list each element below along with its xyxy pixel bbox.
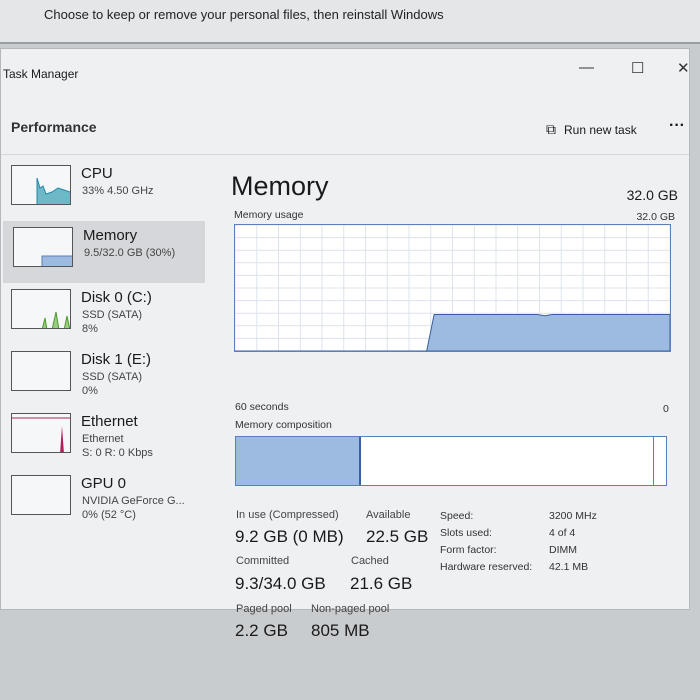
sidebar-item-name: Ethernet <box>81 413 138 430</box>
sidebar-item-ethernet[interactable]: Ethernet Ethernet S: 0 R: 0 Kbps <box>1 407 211 469</box>
background-text: Choose to keep or remove your personal f… <box>44 7 444 22</box>
hardware-reserved-segment <box>653 437 654 485</box>
run-new-task-label: Run new task <box>564 122 637 137</box>
ethernet-graph <box>60 426 64 452</box>
memory-graph <box>41 255 72 266</box>
memory-composition-bar <box>235 436 667 486</box>
sidebar-item-name: Disk 0 (C:) <box>81 289 152 306</box>
paged-pool-value: 2.2 GB <box>235 621 288 640</box>
spec-label: Form factor: <box>440 544 497 556</box>
committed-value: 9.3/34.0 GB <box>235 574 326 593</box>
gpu-thumbnail-graph <box>11 475 71 515</box>
sidebar-item-detail: SSD (SATA) <box>82 371 143 383</box>
page-header: Performance ⧉ Run new task ··· <box>1 99 689 155</box>
window-title: Task Manager <box>3 67 79 81</box>
memory-thumbnail-graph <box>13 227 73 267</box>
sidebar-item-detail-2: 0% (52 °C) <box>82 509 136 521</box>
spec-label: Slots used: <box>440 527 492 539</box>
page-title: Performance <box>11 119 97 135</box>
in-use-label: In use (Compressed) <box>236 509 339 521</box>
spec-label: Speed: <box>440 510 474 522</box>
maximize-button[interactable]: ☐ <box>631 59 644 77</box>
spec-label: Hardware reserved: <box>440 561 533 573</box>
sidebar-item-gpu[interactable]: GPU 0 NVIDIA GeForce G... 0% (52 °C) <box>1 469 211 531</box>
title-bar: Task Manager — ☐ ✕ <box>1 49 690 99</box>
task-manager-window: Task Manager — ☐ ✕ Performance ⧉ Run new… <box>0 48 690 640</box>
nonpaged-pool-label: Non-paged pool <box>311 603 390 615</box>
sidebar-item-detail: Ethernet <box>82 433 124 445</box>
sidebar-item-detail: SSD (SATA) <box>82 309 143 321</box>
run-task-icon: ⧉ <box>546 121 556 137</box>
disk1-thumbnail-graph <box>11 351 71 391</box>
in-use-segment <box>236 437 361 485</box>
sidebar-item-detail-2: 0% <box>82 385 98 397</box>
page-heading: Memory <box>231 171 329 201</box>
paged-pool-label: Paged pool <box>236 603 292 615</box>
available-value: 22.5 GB <box>366 527 429 546</box>
minimize-button[interactable]: — <box>579 59 594 76</box>
sidebar-item-name: GPU 0 <box>81 475 127 492</box>
ethernet-thumbnail-graph <box>11 413 71 453</box>
cpu-thumbnail-graph <box>11 165 71 205</box>
spec-value: 3200 MHz <box>549 510 597 522</box>
available-label: Available <box>366 509 411 521</box>
run-new-task-button[interactable]: ⧉ Run new task <box>546 121 637 138</box>
sidebar-item-disk0[interactable]: Disk 0 (C:) SSD (SATA) 8% <box>1 283 211 345</box>
time-right-label: 0 <box>663 403 669 415</box>
spec-value: 42.1 MB <box>549 561 589 573</box>
usage-label: Memory usage <box>234 209 304 221</box>
cached-value: 21.6 GB <box>350 574 413 593</box>
sidebar-item-detail: NVIDIA GeForce G... <box>82 495 185 507</box>
cached-label: Cached <box>351 555 389 567</box>
time-left-label: 60 seconds <box>235 401 289 413</box>
total-memory: 32.0 GB <box>626 187 678 203</box>
sidebar-item-name: Memory <box>83 227 138 244</box>
sidebar-item-detail: 33% 4.50 GHz <box>82 185 154 197</box>
sidebar-item-cpu[interactable]: CPU 33% 4.50 GHz <box>1 159 211 221</box>
composition-label: Memory composition <box>235 419 332 431</box>
sidebar-item-memory[interactable]: Memory 9.5/32.0 GB (30%) <box>3 221 205 283</box>
sidebar-item-name: Disk 1 (E:) <box>81 351 152 368</box>
spec-value: 4 of 4 <box>549 527 576 539</box>
sidebar-item-name: CPU <box>81 165 113 182</box>
disk-graph <box>41 311 70 328</box>
memory-usage-graph <box>234 224 671 352</box>
sidebar: CPU 33% 4.50 GHz Memory 9.5/32.0 GB (30%… <box>1 159 211 531</box>
usage-max: 32.0 GB <box>636 211 675 223</box>
committed-label: Committed <box>236 555 290 567</box>
background-window-bar: Choose to keep or remove your personal f… <box>0 0 700 44</box>
sidebar-item-detail-2: S: 0 R: 0 Kbps <box>82 447 153 459</box>
spec-value: DIMM <box>549 544 577 556</box>
sidebar-item-detail: 9.5/32.0 GB (30%) <box>84 247 176 259</box>
disk0-thumbnail-graph <box>11 289 71 329</box>
sidebar-item-detail-2: 8% <box>82 323 98 335</box>
cpu-graph <box>36 177 70 204</box>
more-options-button[interactable]: ··· <box>669 117 685 135</box>
usage-graph-svg <box>234 224 671 352</box>
sidebar-item-disk1[interactable]: Disk 1 (E:) SSD (SATA) 0% <box>1 345 211 407</box>
nonpaged-pool-value: 805 MB <box>311 621 370 640</box>
in-use-value: 9.2 GB (0 MB) <box>235 527 344 546</box>
close-button[interactable]: ✕ <box>677 59 690 77</box>
